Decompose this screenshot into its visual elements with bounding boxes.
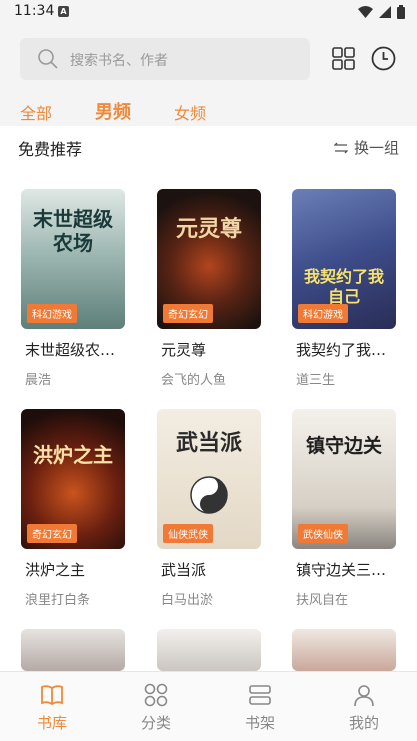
grid-view-icon[interactable] [332, 47, 355, 70]
nav-label: 书库 [36, 714, 67, 732]
status-time: 11:34 [14, 3, 55, 19]
book-cover: 镇守边关 武侠仙侠 [292, 409, 396, 549]
yinyang-graphic [190, 476, 228, 514]
history-icon[interactable] [371, 46, 396, 71]
book-cover [292, 629, 396, 671]
cover-title: 末世超级农场 [33, 207, 113, 255]
genre-tag: 武侠仙侠 [298, 524, 348, 543]
book-card[interactable] [157, 629, 261, 671]
book-title: 武当派 [161, 561, 207, 579]
book-title: 元灵尊 [161, 341, 207, 359]
shelf-icon [249, 685, 271, 705]
cover-title: 镇守边关 [305, 435, 382, 457]
book-author: 白马出淤 [161, 593, 214, 608]
cover-title: 武当派 [175, 431, 242, 456]
genre-tag: 科幻游戏 [298, 304, 348, 323]
book-card[interactable]: 我契约了我自己 科幻游戏 我契约了我… 道三生 [292, 189, 396, 388]
book-cover [157, 629, 261, 671]
book-cover: 我契约了我自己 科幻游戏 [292, 189, 396, 329]
wifi-icon [358, 6, 373, 18]
book-card[interactable] [21, 629, 125, 671]
book-title: 末世超级农… [25, 341, 116, 359]
profile-icon [354, 685, 374, 707]
book-card[interactable]: 镇守边关 武侠仙侠 镇守边关三… 扶风自在 [292, 409, 396, 608]
cover-title: 我契约了我自己 [303, 267, 384, 306]
nav-profile[interactable]: 我的 [312, 672, 416, 741]
search-input[interactable]: 搜索书名、作者 [20, 38, 310, 80]
nav-bookshelf[interactable]: 书架 [208, 672, 312, 741]
nav-label: 我的 [348, 714, 379, 732]
nav-label: 书架 [244, 714, 275, 732]
notification-icon: A [58, 6, 69, 17]
genre-tag: 科幻游戏 [27, 304, 77, 323]
category-icon [144, 683, 168, 707]
book-cover: 元灵尊 奇幻玄幻 [157, 189, 261, 329]
book-cover [21, 629, 125, 671]
section-header: 免费推荐 换一组 [0, 126, 417, 166]
book-author: 晨浩 [25, 373, 52, 388]
refresh-label: 换一组 [353, 139, 399, 157]
book-cover: 末世超级农场 科幻游戏 [21, 189, 125, 329]
refresh-icon [333, 142, 348, 153]
book-title: 镇守边关三… [296, 561, 387, 579]
book-cover: 武当派 仙侠武侠 [157, 409, 261, 549]
status-bar: 11:34 A [0, 0, 417, 26]
genre-tag: 仙侠武侠 [163, 524, 213, 543]
refresh-button[interactable]: 换一组 [333, 137, 399, 158]
bottom-navigation: 书库 分类 书架 我的 [0, 671, 417, 741]
search-placeholder: 搜索书名、作者 [70, 53, 168, 69]
genre-tag: 奇幻玄幻 [163, 304, 213, 323]
book-author: 道三生 [296, 373, 336, 388]
search-icon [38, 49, 58, 69]
cover-title: 洪炉之主 [33, 443, 113, 467]
status-icons [358, 5, 405, 19]
book-card[interactable]: 洪炉之主 奇幻玄幻 洪炉之主 浪里打白条 [21, 409, 125, 608]
book-icon [41, 685, 63, 706]
book-author: 扶风自在 [296, 593, 349, 608]
book-card[interactable]: 武当派 仙侠武侠 武当派 白马出淤 [157, 409, 261, 608]
book-cover: 洪炉之主 奇幻玄幻 [21, 409, 125, 549]
book-card[interactable]: 元灵尊 奇幻玄幻 元灵尊 会飞的人鱼 [157, 189, 261, 388]
book-card[interactable] [292, 629, 396, 671]
nav-bookstore[interactable]: 书库 [0, 672, 104, 741]
nav-label: 分类 [140, 714, 171, 732]
cover-title: 元灵尊 [175, 217, 242, 242]
genre-tag: 奇幻玄幻 [27, 524, 77, 543]
signal-icon [379, 6, 391, 18]
book-author: 会飞的人鱼 [161, 373, 227, 388]
book-title: 我契约了我… [296, 341, 387, 359]
header: 搜索书名、作者 全部 男频 女频 [0, 26, 417, 126]
battery-icon [397, 5, 405, 19]
book-title: 洪炉之主 [25, 561, 86, 579]
book-author: 浪里打白条 [25, 593, 91, 608]
nav-category[interactable]: 分类 [104, 672, 208, 741]
tab-all[interactable]: 全部 [20, 100, 52, 124]
tab-male[interactable]: 男频 [95, 98, 131, 124]
section-title: 免费推荐 [18, 140, 83, 159]
tab-female[interactable]: 女频 [174, 100, 206, 124]
book-card[interactable]: 末世超级农场 科幻游戏 末世超级农… 晨浩 [21, 189, 125, 388]
